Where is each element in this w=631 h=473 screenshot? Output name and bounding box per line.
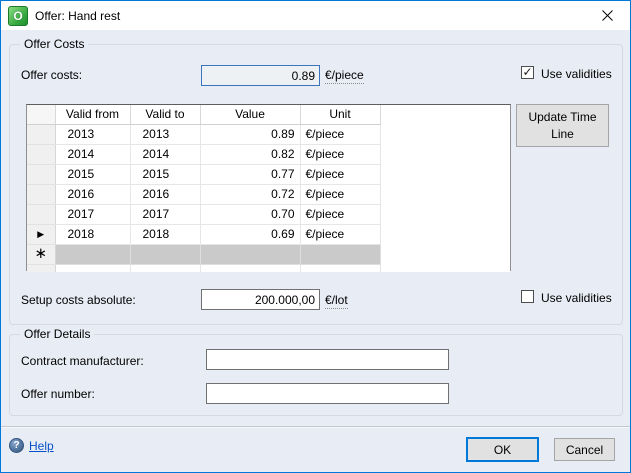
setup-costs-input[interactable]: [201, 289, 320, 310]
new-row-cell[interactable]: [130, 244, 200, 264]
new-row-cell[interactable]: [300, 244, 380, 264]
cell-valid-to[interactable]: 2013: [130, 124, 200, 144]
column-header-valid-to[interactable]: Valid to: [130, 105, 200, 124]
cell-unit[interactable]: €/piece: [300, 184, 380, 204]
new-row-selector[interactable]: ∗: [27, 244, 55, 264]
grid-body: 201320130.89€/piece201420140.82€/piece20…: [27, 124, 510, 244]
column-header-value[interactable]: Value: [200, 105, 300, 124]
new-row-cell[interactable]: [55, 244, 130, 264]
cell-valid-from[interactable]: 2013: [55, 124, 130, 144]
row-filler: [380, 124, 510, 144]
offer-dialog-window: O Offer: Hand rest Offer Costs Offer cos…: [0, 0, 631, 473]
update-time-line-button[interactable]: Update Time Line: [516, 104, 609, 147]
cell-valid-to[interactable]: 2018: [130, 224, 200, 244]
new-row-cell[interactable]: [200, 244, 300, 264]
row-selector[interactable]: [27, 164, 55, 184]
validity-grid[interactable]: Valid from Valid to Value Unit 201320130…: [26, 104, 511, 271]
row-selector[interactable]: [27, 184, 55, 204]
window-title: Offer: Hand rest: [35, 9, 120, 23]
offer-costs-unit-label[interactable]: €/piece: [325, 68, 364, 84]
cell-unit[interactable]: €/piece: [300, 204, 380, 224]
table-row[interactable]: ▶201820180.69€/piece: [27, 224, 510, 244]
offer-costs-label: Offer costs:: [21, 68, 82, 82]
table-row[interactable]: 201720170.70€/piece: [27, 204, 510, 224]
close-button[interactable]: [585, 1, 630, 30]
grid-corner-header[interactable]: [27, 105, 55, 124]
footer-separator: [1, 426, 630, 428]
offer-costs-group-label: Offer Costs: [20, 37, 88, 51]
grid-new-row[interactable]: ∗: [27, 244, 510, 264]
cell-valid-from[interactable]: 2016: [55, 184, 130, 204]
cell-value[interactable]: 0.72: [200, 184, 300, 204]
cell-valid-to[interactable]: 2015: [130, 164, 200, 184]
contract-manufacturer-input[interactable]: [206, 349, 449, 370]
cell-unit[interactable]: €/piece: [300, 224, 380, 244]
cell-valid-from[interactable]: 2018: [55, 224, 130, 244]
help-link[interactable]: Help: [29, 439, 54, 453]
setup-costs-unit-label[interactable]: €/lot: [325, 293, 348, 309]
use-validities-checkbox[interactable]: [521, 66, 534, 79]
close-icon: [602, 10, 613, 21]
cell-valid-to[interactable]: 2017: [130, 204, 200, 224]
row-selector[interactable]: ▶: [27, 224, 55, 244]
app-icon: O: [8, 6, 28, 26]
cell-unit[interactable]: €/piece: [300, 164, 380, 184]
offer-number-input[interactable]: [206, 383, 449, 404]
cell-valid-to[interactable]: 2016: [130, 184, 200, 204]
setup-use-validities-checkbox[interactable]: [521, 290, 534, 303]
offer-details-group-label: Offer Details: [20, 327, 94, 341]
dialog-body: Offer Costs Offer costs: €/piece Use val…: [1, 30, 630, 472]
cell-value[interactable]: 0.82: [200, 144, 300, 164]
table-row[interactable]: 201620160.72€/piece: [27, 184, 510, 204]
row-filler: [380, 224, 510, 244]
row-selector[interactable]: [27, 124, 55, 144]
cell-valid-to[interactable]: 2014: [130, 144, 200, 164]
offer-costs-input[interactable]: [201, 65, 320, 86]
grid-header-row: Valid from Valid to Value Unit: [27, 105, 510, 124]
cell-valid-from[interactable]: 2014: [55, 144, 130, 164]
grid-header-filler: [380, 105, 510, 124]
column-header-valid-from[interactable]: Valid from: [55, 105, 130, 124]
cell-value[interactable]: 0.69: [200, 224, 300, 244]
cancel-button[interactable]: Cancel: [554, 438, 615, 461]
setup-use-validities-label[interactable]: Use validities: [541, 291, 612, 305]
setup-costs-label: Setup costs absolute:: [21, 293, 136, 307]
row-filler: [380, 204, 510, 224]
cell-unit[interactable]: €/piece: [300, 144, 380, 164]
grid-partial-row: [27, 264, 510, 272]
row-selector[interactable]: [27, 204, 55, 224]
table-row[interactable]: 201420140.82€/piece: [27, 144, 510, 164]
row-filler: [380, 184, 510, 204]
cell-unit[interactable]: €/piece: [300, 124, 380, 144]
row-filler: [380, 164, 510, 184]
cell-valid-from[interactable]: 2015: [55, 164, 130, 184]
cell-value[interactable]: 0.89: [200, 124, 300, 144]
row-filler: [380, 144, 510, 164]
cell-value[interactable]: 0.77: [200, 164, 300, 184]
table-row[interactable]: 201520150.77€/piece: [27, 164, 510, 184]
cell-valid-from[interactable]: 2017: [55, 204, 130, 224]
ok-button[interactable]: OK: [466, 437, 539, 462]
column-header-unit[interactable]: Unit: [300, 105, 380, 124]
table-row[interactable]: 201320130.89€/piece: [27, 124, 510, 144]
title-bar: O Offer: Hand rest: [1, 1, 630, 30]
help-icon[interactable]: ?: [9, 438, 24, 453]
cell-value[interactable]: 0.70: [200, 204, 300, 224]
offer-number-label: Offer number:: [21, 387, 95, 401]
contract-manufacturer-label: Contract manufacturer:: [21, 354, 144, 368]
grid-filler: [380, 244, 510, 264]
use-validities-label[interactable]: Use validities: [541, 67, 612, 81]
row-selector[interactable]: [27, 144, 55, 164]
